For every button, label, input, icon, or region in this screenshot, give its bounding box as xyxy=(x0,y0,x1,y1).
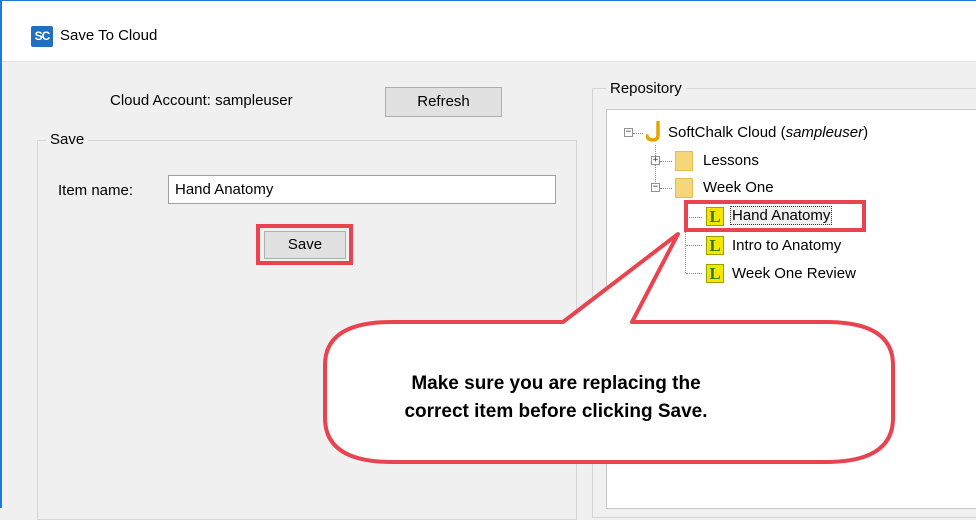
callout-message: Make sure you are replacing the correct … xyxy=(356,370,756,426)
callout-line-1: Make sure you are replacing the xyxy=(411,373,701,394)
callout-bubble xyxy=(323,232,895,464)
callout-line-2: correct item before clicking Save. xyxy=(404,401,708,422)
